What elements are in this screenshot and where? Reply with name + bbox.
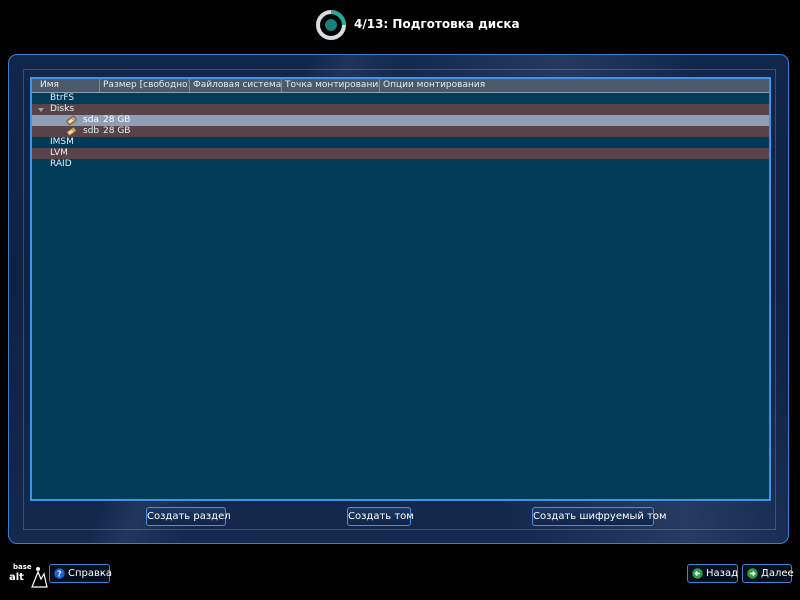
arrow-right-icon [747,568,758,579]
column-header-name[interactable]: Имя [32,79,100,92]
triangle-down-icon[interactable] [38,108,44,112]
step-title: 4/13: Подготовка диска [354,17,520,31]
brand-top-text: base [13,563,32,571]
help-label: Справка [68,568,113,579]
next-label: Далее [761,568,794,579]
tree-row-sda[interactable]: sda 28 GB [32,115,769,126]
tree-row-size: 28 GB [103,126,131,136]
column-header-mountpoint[interactable]: Точка монтирования [282,79,380,92]
create-volume-button[interactable]: Создать том [347,507,414,526]
tree-row-raid[interactable]: RAID [32,159,769,170]
tree-row-lvm[interactable]: LVM [32,148,769,159]
svg-text:?: ? [57,570,62,579]
tree-header: Имя Размер [свободно] Файловая система Т… [32,79,769,93]
basealt-logo: base alt [8,560,48,590]
tree-row-label: LVM [50,148,68,158]
next-button[interactable]: Далее [742,564,794,583]
help-button[interactable]: ? Справка [49,564,113,583]
tree-row-label: IMSM [50,137,74,147]
help-icon: ? [54,568,65,579]
tree-row-label: sda [83,115,99,125]
tree-row-size: 28 GB [103,115,131,125]
create-encrypted-volume-button[interactable]: Создать шифруемый том [532,507,667,526]
disk-drive-icon [66,115,77,126]
brand-bottom-text: alt [9,572,24,583]
tree-row-label: BtrFS [50,93,75,103]
tree-row-label: sdb [83,126,100,136]
tree-row-disks[interactable]: Disks [32,104,769,115]
create-partition-button[interactable]: Создать раздел [146,507,231,526]
back-button[interactable]: Назад [687,564,738,583]
tree-row-imsm[interactable]: IMSM [32,137,769,148]
column-header-size[interactable]: Размер [свободно] [100,79,190,92]
tree-row-sdb[interactable]: sdb 28 GB [32,126,769,137]
column-header-mount-options[interactable]: Опции монтирования [380,79,769,92]
tree-row-label: RAID [50,159,72,169]
partition-tree[interactable]: Имя Размер [свободно] Файловая система Т… [30,77,771,501]
disk-drive-icon [66,126,77,137]
tree-row-label: Disks [50,104,75,114]
installer-step-icon [316,10,346,40]
header: 4/13: Подготовка диска [0,0,800,52]
arrow-left-icon [692,568,703,579]
tree-row-btrfs[interactable]: BtrFS [32,93,769,104]
back-label: Назад [706,568,739,579]
column-header-filesystem[interactable]: Файловая система [190,79,282,92]
